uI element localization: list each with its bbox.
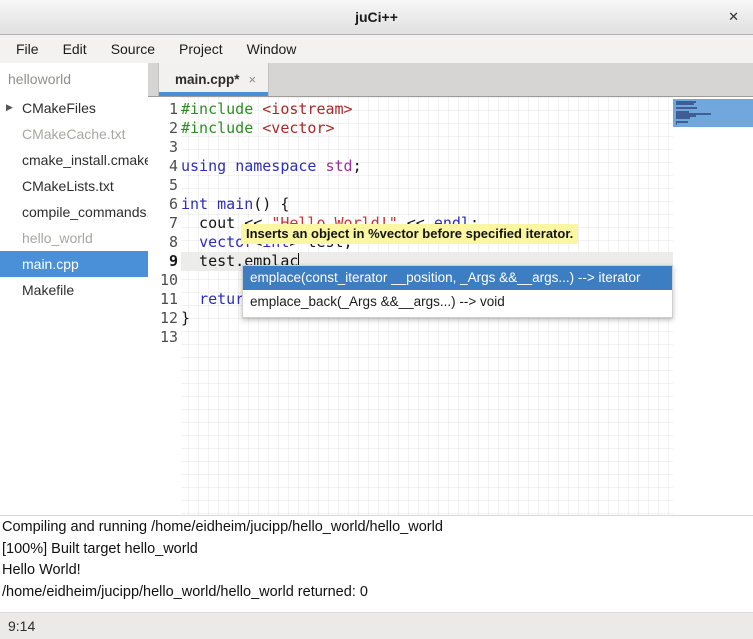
terminal-output-panel[interactable]: Compiling and running /home/eidheim/juci… xyxy=(0,515,753,612)
tree-item-hello-world[interactable]: hello_world xyxy=(0,225,148,251)
token-plain xyxy=(181,233,199,251)
line-number: 12 xyxy=(148,309,178,328)
title-bar: juCi++ ✕ xyxy=(0,0,753,35)
expander-icon[interactable]: ▶ xyxy=(6,102,13,113)
line-number: 5 xyxy=(148,176,178,195)
token-inc: <vector> xyxy=(262,119,334,137)
tab-main-cpp[interactable]: main.cpp* × xyxy=(158,63,269,96)
tree-item-label: compile_commands. xyxy=(22,204,148,220)
tree-item-label: Makefile xyxy=(22,282,74,298)
token-plain xyxy=(181,290,199,308)
project-folder-label: helloworld xyxy=(0,63,148,95)
cursor-position-indicator: 9:14 xyxy=(8,618,35,634)
tree-item-cmakecache-txt[interactable]: CMakeCache.txt xyxy=(0,121,148,147)
menu-window[interactable]: Window xyxy=(235,36,309,62)
tree-item-label: cmake_install.cmake xyxy=(22,152,148,168)
line-number: 8 xyxy=(148,233,178,252)
code-line-6: int main() { xyxy=(181,195,479,214)
token-plain xyxy=(226,157,235,175)
menu-file[interactable]: File xyxy=(4,36,51,62)
token-kw: namespace xyxy=(235,157,316,175)
line-number: 6 xyxy=(148,195,178,214)
source-map-visible-region[interactable] xyxy=(673,99,753,127)
code-line-1: #include <iostream> xyxy=(181,100,479,119)
token-plain xyxy=(316,157,325,175)
line-number: 2 xyxy=(148,119,178,138)
token-plain xyxy=(208,195,217,213)
tree-item-cmakefiles[interactable]: ▶ CMakeFiles xyxy=(0,95,148,121)
line-number: 4 xyxy=(148,157,178,176)
token-plain xyxy=(253,119,262,137)
tree-item-cmake-install-cmake[interactable]: cmake_install.cmake xyxy=(0,147,148,173)
tab-close-icon[interactable]: × xyxy=(249,72,257,87)
output-line: Compiling and running /home/eidheim/juci… xyxy=(2,517,753,539)
token-ns: std xyxy=(326,157,353,175)
menu-edit[interactable]: Edit xyxy=(51,36,99,62)
tree-item-makefile[interactable]: Makefile xyxy=(0,277,148,303)
line-number-gutter: 12345678910111213 xyxy=(148,97,181,515)
autocomplete-popup: emplace(const_iterator __position, _Args… xyxy=(242,265,673,318)
code-line-3 xyxy=(181,138,479,157)
tree-item-label: CMakeFiles xyxy=(22,100,96,116)
file-tree-panel[interactable]: helloworld ▶ CMakeFiles CMakeCache.txt cmak… xyxy=(0,63,149,515)
tree-item-label: hello_world xyxy=(22,230,93,246)
token-plain: } xyxy=(181,309,190,327)
tree-item-label: CMakeCache.txt xyxy=(22,126,125,142)
token-kw: main xyxy=(217,195,253,213)
line-number: 11 xyxy=(148,290,178,309)
close-icon[interactable]: ✕ xyxy=(728,9,739,25)
line-number: 7 xyxy=(148,214,178,233)
menu-source[interactable]: Source xyxy=(99,36,167,62)
source-map-line xyxy=(676,121,688,123)
source-map-line xyxy=(676,117,690,119)
doc-tooltip: Inserts an object in %vector before spec… xyxy=(241,224,578,244)
token-pp: #include xyxy=(181,119,253,137)
terminal-output-lines: Compiling and running /home/eidheim/juci… xyxy=(2,517,753,603)
window-title: juCi++ xyxy=(355,9,398,25)
tree-item-label: CMakeLists.txt xyxy=(22,178,114,194)
token-pp: #include xyxy=(181,100,253,118)
source-map-line xyxy=(676,123,677,125)
line-number: 1 xyxy=(148,100,178,119)
line-number: 13 xyxy=(148,328,178,347)
code-line-4: using namespace std; xyxy=(181,157,479,176)
line-number: 10 xyxy=(148,271,178,290)
token-plain: ; xyxy=(353,157,362,175)
file-tree-list: ▶ CMakeFiles CMakeCache.txt cmake_install.c… xyxy=(0,95,148,303)
completion-item[interactable]: emplace(const_iterator __position, _Args… xyxy=(243,266,672,290)
tree-item-label: main.cpp xyxy=(22,256,79,272)
token-plain xyxy=(253,100,262,118)
active-tab-indicator xyxy=(159,92,268,96)
output-line: /home/eidheim/jucipp/hello_world/hello_w… xyxy=(2,582,753,604)
menu-project[interactable]: Project xyxy=(167,36,235,62)
token-plain: () { xyxy=(253,195,289,213)
tree-item-compile-commands-[interactable]: compile_commands. xyxy=(0,199,148,225)
output-line: Hello World! xyxy=(2,560,753,582)
editor-pane: main.cpp* × 12345678910111213 #include <… xyxy=(148,63,753,515)
code-line-5 xyxy=(181,176,479,195)
app-window: juCi++ ✕ FileEditSourceProjectWindow hel… xyxy=(0,0,753,639)
tab-bar: main.cpp* × xyxy=(148,63,753,97)
token-inc: <iostream> xyxy=(262,100,352,118)
tree-item-main-cpp[interactable]: main.cpp xyxy=(0,251,148,277)
code-line-13 xyxy=(181,328,479,347)
code-line-2: #include <vector> xyxy=(181,119,479,138)
source-map-line xyxy=(676,103,694,105)
token-kw: int xyxy=(181,195,208,213)
tree-item-cmakelists-txt[interactable]: CMakeLists.txt xyxy=(0,173,148,199)
line-number: 9 xyxy=(148,252,178,271)
token-kw: using xyxy=(181,157,226,175)
tab-label: main.cpp* xyxy=(175,72,240,87)
completion-item[interactable]: emplace_back(_Args &&__args...) --> void xyxy=(243,290,672,314)
line-number: 3 xyxy=(148,138,178,157)
menu-bar: FileEditSourceProjectWindow xyxy=(0,35,753,63)
source-map-line xyxy=(676,107,697,109)
status-bar: 9:14 xyxy=(0,612,753,639)
source-map[interactable] xyxy=(673,97,753,515)
output-line: [100%] Built target hello_world xyxy=(2,539,753,561)
